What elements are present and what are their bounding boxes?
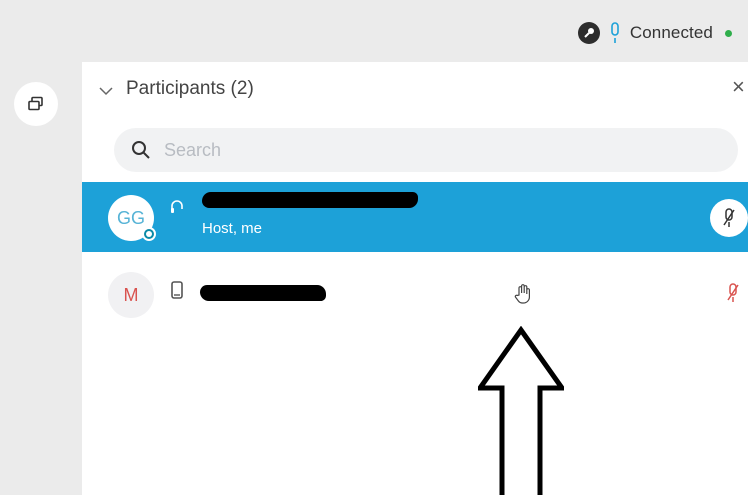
presence-icon: [142, 227, 156, 241]
left-rail: [0, 62, 82, 495]
raised-hand-icon: [514, 284, 530, 304]
search-icon: [132, 141, 150, 159]
mute-button[interactable]: [710, 199, 748, 237]
participants-panel: Participants (2) × GG Host, me M: [82, 62, 748, 495]
avatar: M: [108, 272, 154, 318]
top-bar: Connected: [0, 0, 748, 62]
close-icon[interactable]: ×: [732, 76, 745, 98]
lock-icon[interactable]: [577, 22, 600, 44]
connection-label: Connected: [629, 23, 713, 42]
microphone-muted-icon: [723, 208, 735, 227]
connected-dot-icon: [725, 29, 732, 37]
redacted-name: [202, 192, 418, 208]
redacted-name: [200, 285, 326, 301]
phone-icon: [171, 281, 183, 299]
participant-row-host[interactable]: GG Host, me: [82, 182, 748, 252]
search-input[interactable]: [164, 128, 724, 172]
up-arrow-annotation-icon: [478, 326, 564, 495]
microphone-icon[interactable]: [608, 21, 622, 45]
participant-row-guest[interactable]: M: [82, 259, 748, 329]
search-box[interactable]: [114, 128, 738, 172]
microphone-muted-icon[interactable]: [725, 282, 741, 304]
participant-role: Host, me: [202, 220, 263, 237]
popout-window-button[interactable]: [14, 82, 58, 126]
connection-status: Connected: [577, 20, 732, 46]
popout-window-icon: [28, 96, 43, 111]
panel-title: Participants (2): [126, 78, 254, 99]
headset-icon: [171, 200, 183, 213]
panel-header: Participants (2) ×: [82, 62, 748, 118]
chevron-down-icon[interactable]: [98, 83, 114, 99]
